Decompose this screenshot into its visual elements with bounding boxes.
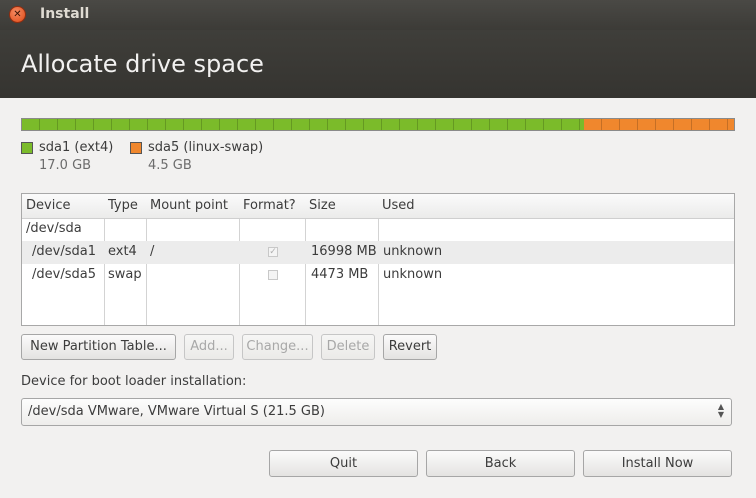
header-type[interactable]: Type bbox=[108, 198, 138, 213]
partition-segment-sda1 bbox=[22, 119, 585, 130]
legend-label: sda1 (ext4) bbox=[39, 140, 114, 155]
boot-loader-value: /dev/sda VMware, VMware Virtual S (21.5 … bbox=[28, 404, 325, 419]
cell-type: swap bbox=[108, 267, 142, 282]
cell-device: /dev/sda5 bbox=[32, 267, 96, 282]
page-title: Allocate drive space bbox=[21, 50, 264, 78]
delete-button[interactable]: Delete bbox=[321, 334, 375, 360]
header-used[interactable]: Used bbox=[382, 198, 415, 213]
table-row[interactable]: /dev/sda5 swap 4473 MB unknown bbox=[22, 264, 734, 287]
up-down-arrow-icon: ▲ ▼ bbox=[717, 402, 724, 419]
header-mount-point[interactable]: Mount point bbox=[150, 198, 228, 213]
cell-used: unknown bbox=[383, 244, 443, 259]
main-content: sda1 (ext4) 17.0 GB sda5 (linux-swap) 4.… bbox=[0, 98, 756, 498]
revert-button[interactable]: Revert bbox=[383, 334, 437, 360]
window-title: Install bbox=[40, 6, 90, 22]
legend-swatch bbox=[21, 142, 33, 154]
cell-used: unknown bbox=[383, 267, 443, 282]
cell-type: ext4 bbox=[108, 244, 137, 259]
new-partition-table-button[interactable]: New Partition Table... bbox=[21, 334, 176, 360]
quit-button[interactable]: Quit bbox=[269, 450, 418, 477]
header-size[interactable]: Size bbox=[309, 198, 336, 213]
format-checkbox[interactable]: ✓ bbox=[268, 247, 278, 257]
boot-loader-select[interactable]: /dev/sda VMware, VMware Virtual S (21.5 … bbox=[21, 398, 732, 426]
header-device[interactable]: Device bbox=[26, 198, 70, 213]
legend-size: 4.5 GB bbox=[148, 158, 192, 173]
install-now-button[interactable]: Install Now bbox=[583, 450, 732, 477]
cell-device: /dev/sda bbox=[26, 221, 82, 236]
cell-size: 4473 MB bbox=[311, 267, 369, 282]
close-icon[interactable]: ✕ bbox=[9, 6, 26, 23]
window-titlebar: ✕ Install bbox=[0, 0, 756, 30]
partition-table[interactable]: Device Type Mount point Format? Size Use… bbox=[21, 193, 735, 326]
header-format[interactable]: Format? bbox=[243, 198, 296, 213]
page-header: Allocate drive space bbox=[0, 30, 756, 98]
legend-size: 17.0 GB bbox=[39, 158, 92, 173]
format-checkbox[interactable] bbox=[268, 270, 278, 280]
partition-segment-sda5 bbox=[584, 119, 734, 130]
cell-device: /dev/sda1 bbox=[32, 244, 96, 259]
cell-size: 16998 MB bbox=[311, 244, 377, 259]
legend-label: sda5 (linux-swap) bbox=[148, 140, 264, 155]
table-row[interactable]: /dev/sda1 ext4 / ✓ 16998 MB unknown bbox=[22, 241, 734, 264]
change-button[interactable]: Change... bbox=[242, 334, 313, 360]
partition-bar bbox=[21, 118, 735, 131]
table-header: Device Type Mount point Format? Size Use… bbox=[22, 194, 734, 219]
boot-loader-label: Device for boot loader installation: bbox=[21, 374, 247, 389]
cell-mount-point: / bbox=[150, 244, 155, 259]
table-row[interactable]: /dev/sda bbox=[22, 218, 734, 241]
back-button[interactable]: Back bbox=[426, 450, 575, 477]
legend-swatch bbox=[130, 142, 142, 154]
add-button[interactable]: Add... bbox=[184, 334, 234, 360]
